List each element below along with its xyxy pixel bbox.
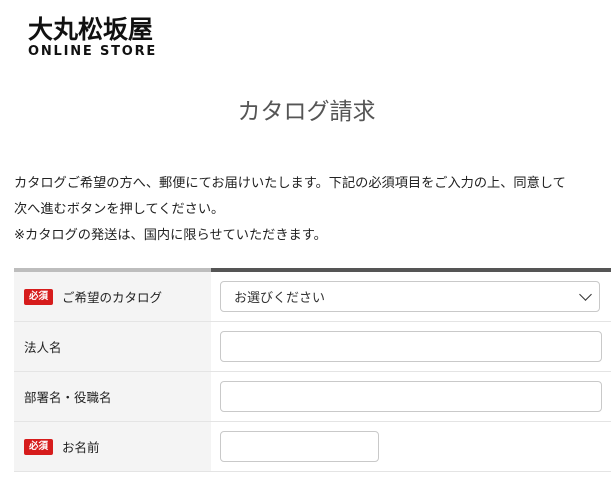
- intro-text: カタログご希望の方へ、郵便にてお届けいたします。下記の必須項目をご入力の上、同意…: [14, 171, 612, 249]
- department-label-text: 部署名・役職名: [24, 390, 112, 405]
- company-label: 法人名: [14, 322, 211, 371]
- form-row-department: 部署名・役職名: [14, 372, 611, 422]
- form-row-name: 必須 お名前: [14, 422, 611, 472]
- company-field: [211, 322, 611, 371]
- catalog-request-form: 必須 ご希望のカタログ お選びください 法人名 部署名・役職名 必須 お名前: [14, 268, 611, 472]
- page-title: カタログ請求: [237, 99, 376, 125]
- department-label: 部署名・役職名: [14, 372, 211, 421]
- name-label-text: お名前: [62, 440, 100, 455]
- catalog-label-text: ご希望のカタログ: [62, 290, 163, 305]
- form-row-company: 法人名: [14, 322, 611, 372]
- catalog-label: 必須 ご希望のカタログ: [14, 272, 211, 321]
- store-logo[interactable]: 大丸松坂屋 ONLINE STORE: [28, 16, 157, 60]
- department-field: [211, 372, 611, 421]
- name-input[interactable]: [220, 431, 379, 462]
- required-badge: 必須: [24, 438, 54, 455]
- catalog-select-value: お選びください: [234, 291, 326, 306]
- catalog-select[interactable]: お選びください: [220, 281, 600, 312]
- company-label-text: 法人名: [24, 340, 62, 355]
- intro-line-3: ※カタログの発送は、国内に限らせていただきます。: [14, 228, 327, 243]
- company-name-input[interactable]: [220, 331, 602, 362]
- chevron-down-icon: [579, 288, 592, 301]
- logo-japanese: 大丸松坂屋: [28, 15, 154, 44]
- logo-english: ONLINE STORE: [28, 44, 158, 59]
- name-field: [211, 422, 611, 471]
- required-badge: 必須: [24, 288, 54, 305]
- department-title-input[interactable]: [220, 381, 602, 412]
- name-label: 必須 お名前: [14, 422, 211, 471]
- catalog-field: お選びください: [211, 272, 611, 321]
- intro-line-1: カタログご希望の方へ、郵便にてお届けいたします。下記の必須項目をご入力の上、同意…: [14, 176, 566, 191]
- intro-line-2: 次へ進むボタンを押してください。: [14, 202, 225, 217]
- form-row-catalog: 必須 ご希望のカタログ お選びください: [14, 272, 611, 322]
